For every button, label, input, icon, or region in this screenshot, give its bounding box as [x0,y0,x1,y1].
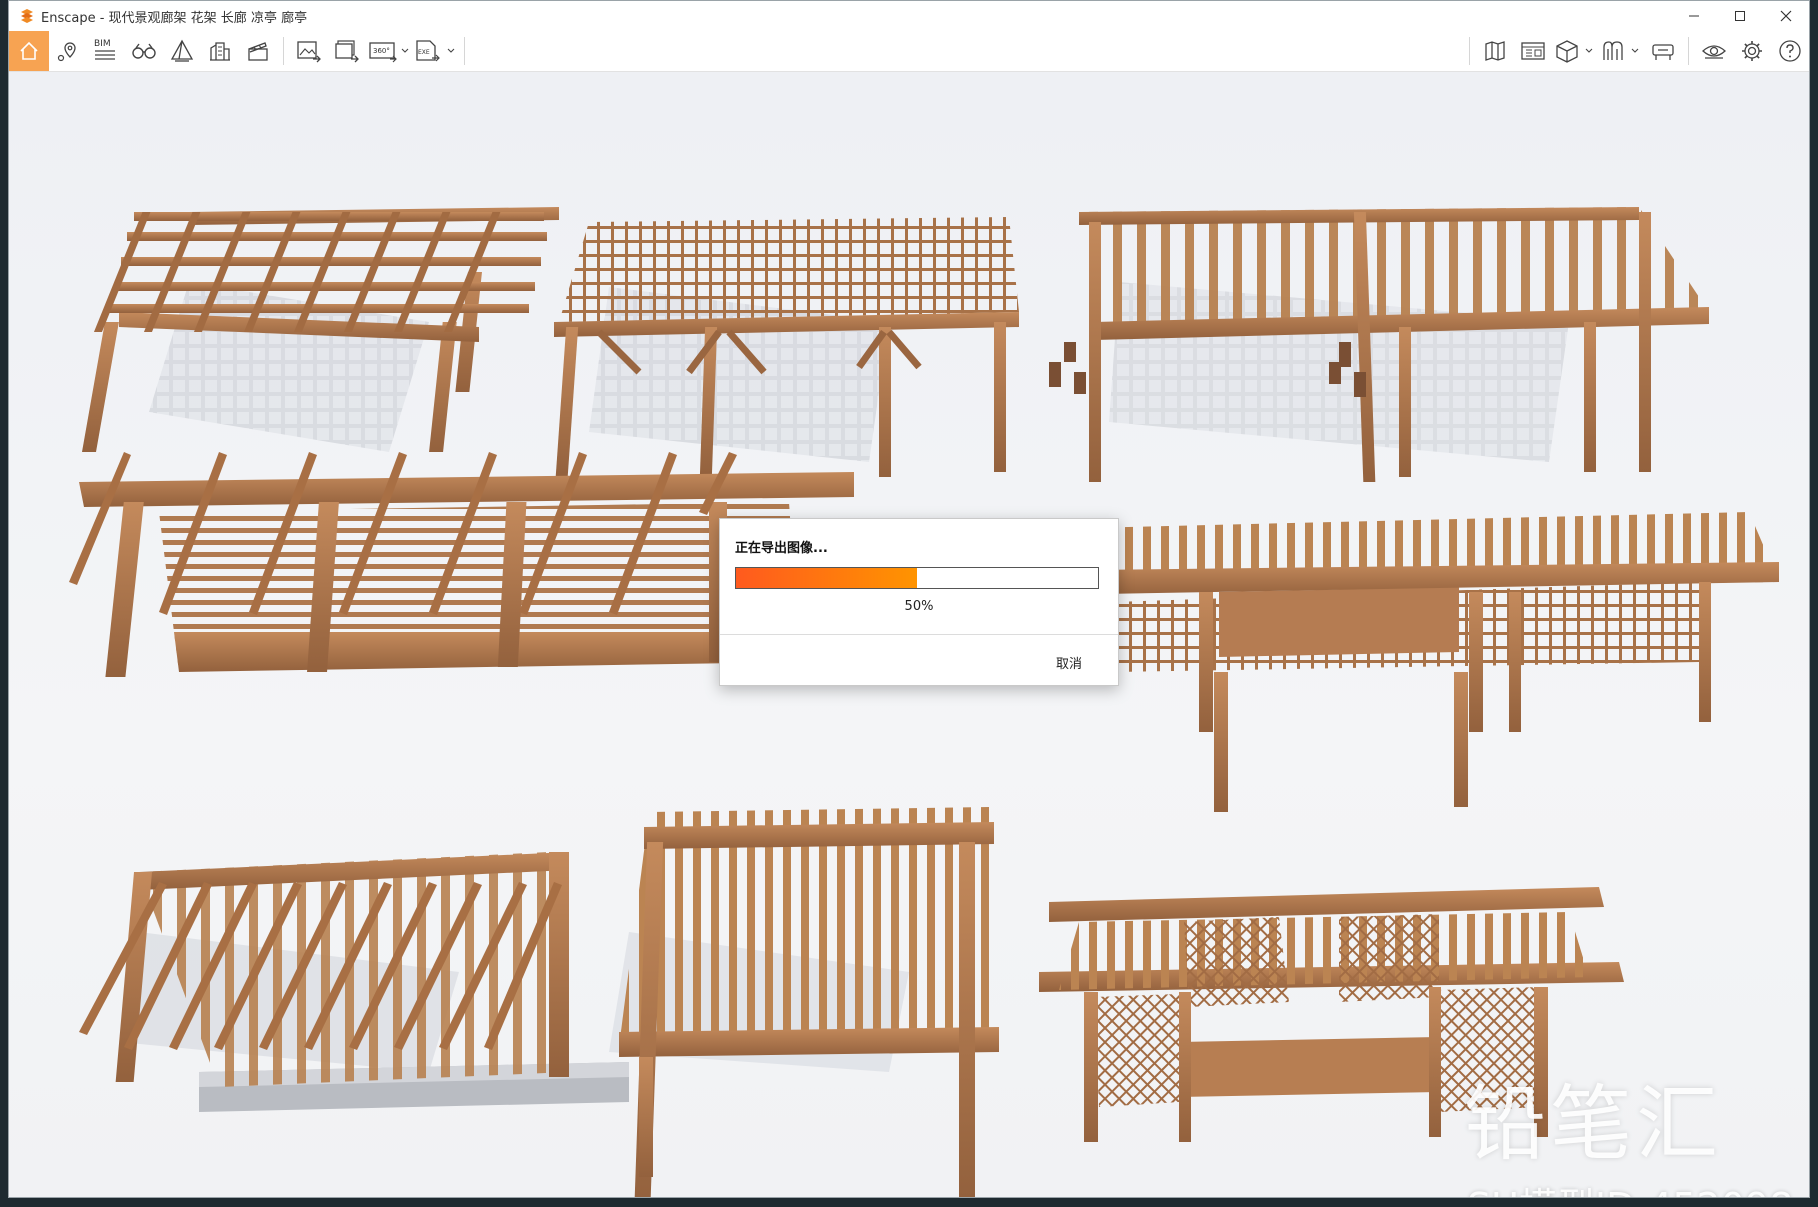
batch-export-icon [335,40,359,63]
general-settings-button[interactable] [1733,31,1771,71]
panorama-icon: 360° [369,42,409,63]
toolbar-separator [1688,37,1689,65]
toolbar-separator [1469,37,1470,65]
gear-icon [1742,41,1762,61]
bim-button[interactable]: BIM [87,31,125,71]
bim-label: BIM [94,39,111,49]
toolbar-right-group [1463,31,1809,71]
binoculars-icon [132,43,156,59]
section-button[interactable] [1598,31,1644,71]
watermark-brand: 铅笔汇 [1464,1077,1723,1172]
minimize-button[interactable] [1671,1,1717,31]
pergola-7 [619,807,999,1197]
help-icon [1779,40,1801,62]
help-button[interactable] [1771,31,1809,71]
map-pin-icon [57,42,76,62]
walk-mode-button[interactable] [125,31,163,71]
exe-export-icon: EXE [416,40,455,62]
material-editor-button[interactable] [1552,31,1598,71]
exe-label: EXE [418,49,430,56]
main-toolbar: BIM 360° EXE [9,31,1809,92]
title-bar: Enscape - 现代景观廊架 花架 长廊 凉亭 廊亭 [9,1,1809,31]
bim-icon: BIM [94,39,115,60]
visual-settings-button[interactable] [1695,31,1733,71]
close-icon [1780,10,1792,22]
image-export-icon [297,41,321,63]
toolbar-separator [464,37,465,65]
window-title: Enscape - 现代景观廊架 花架 长廊 凉亭 廊亭 [41,10,308,26]
panorama-label: 360° [373,47,390,55]
progress-percent: 50% [904,599,934,614]
map-icon [1485,41,1505,61]
video-editor-button[interactable] [239,31,277,71]
home-icon [20,41,38,60]
pyramid-icon [170,39,194,62]
standalone-export-button[interactable]: EXE [412,31,458,71]
clapperboard-icon [248,42,268,61]
watermark-model-id: SU模型ID:452098 [1467,1176,1793,1197]
vr-headset-icon [1652,44,1674,60]
batch-render-button[interactable] [328,31,366,71]
eye-icon [1702,45,1726,59]
cancel-button[interactable]: 取消 [1050,649,1088,676]
map-view-button[interactable] [1476,31,1514,71]
section-arch-icon [1603,41,1639,60]
sun-position-button[interactable] [163,31,201,71]
export-progress-bar [735,567,1099,589]
asset-library-button[interactable] [201,31,239,71]
progress-bar-fill [736,568,917,588]
pergola-6 [79,852,629,1112]
maximize-icon [1735,11,1745,21]
enscape-window: Enscape - 现代景观廊架 花架 长廊 凉亭 廊亭 BIM 360° EX… [8,0,1810,1198]
home-button[interactable] [9,31,49,71]
dialog-separator [720,634,1118,635]
dialog-title: 正在导出图像... [735,541,828,556]
close-button[interactable] [1763,1,1809,31]
panorama-export-button[interactable]: 360° [366,31,412,71]
vr-headset-button[interactable] [1644,31,1682,71]
views-button[interactable] [1514,31,1552,71]
export-progress-dialog: 正在导出图像... 50% 取消 [719,518,1119,686]
cube-icon [1556,40,1593,63]
building-icon [210,42,230,61]
maximize-button[interactable] [1717,1,1763,31]
location-button[interactable] [49,31,87,71]
enscape-logo-icon [21,9,33,23]
views-icon [1521,42,1545,60]
window-controls [1671,1,1809,31]
minimize-icon [1689,15,1699,17]
screenshot-button[interactable] [290,31,328,71]
toolbar-separator [283,37,284,65]
